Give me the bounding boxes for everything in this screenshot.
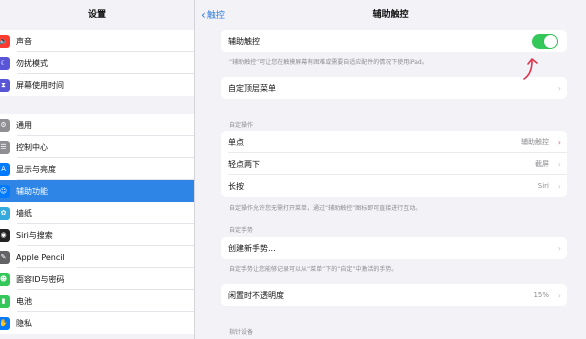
display-icon: A: [0, 162, 10, 176]
idle-opacity-row[interactable]: 闲置时不透明度 15% ›: [221, 284, 567, 306]
sidebar-item-label: 面容ID与密码: [16, 274, 65, 284]
sidebar-item-battery[interactable]: ▮ 电池: [0, 290, 194, 312]
chevron-right-icon: ›: [557, 290, 561, 300]
assistive-touch-row[interactable]: 辅助触控: [221, 30, 567, 52]
long-press-row[interactable]: 长按 Siri ›: [221, 175, 567, 197]
custom-actions-caption: 自定操作允许您无需打开菜单，通过“辅助触控”图标即可直接进行互动。: [229, 205, 422, 212]
sidebar-item-gear[interactable]: ⚙ 通用: [0, 114, 194, 136]
red-arrow-annotation: [523, 58, 538, 80]
accessibility-icon: ☺: [0, 184, 10, 198]
sound-icon: 🔈: [0, 34, 10, 48]
moon-icon: ☾: [0, 56, 10, 70]
double-tap-value: 截屏: [535, 160, 549, 168]
sidebar-item-hourglass[interactable]: ⧗ 屏幕使用时间: [0, 74, 194, 96]
detail-pane: ‹ 触控 辅助触控 辅助触控 “辅助触控”可让您在触摸屏幕有困难或需要自适应配件…: [195, 0, 586, 339]
pencil-icon: ✎: [0, 250, 10, 264]
single-tap-value: 辅助触控: [521, 138, 549, 146]
siri-icon: ◉: [0, 228, 10, 242]
double-tap-label: 轻点两下: [228, 159, 260, 169]
sidebar-item-label: Siri与搜索: [16, 230, 53, 240]
double-tap-row[interactable]: 轻点两下 截屏 ›: [221, 153, 567, 175]
sidebar-group-2: ⚙ 通用 ☰ 控制中心 A 显示与亮度 ☺ 辅助功能 ✿ 墙纸 ◉ Siri与搜索 ✎ Apple Pen…: [0, 114, 194, 334]
sidebar-item-label: 控制中心: [16, 142, 48, 152]
custom-gestures-caption: 自定手势让您能够记录可以从“菜单”下的“自定”中激活的手势。: [229, 266, 398, 273]
create-gesture-label: 创建新手势...: [228, 243, 276, 253]
sidebar-item-label: 勿扰模式: [16, 58, 48, 68]
chevron-right-icon: ›: [557, 137, 561, 147]
idle-opacity-value: 15%: [533, 291, 549, 299]
sidebar-item-label: 辅助功能: [16, 186, 48, 196]
long-press-label: 长按: [228, 181, 244, 191]
sidebar-item-label: 显示与亮度: [16, 164, 56, 174]
create-gesture-row[interactable]: 创建新手势... ›: [221, 237, 567, 259]
nav-bar: ‹ 触控 辅助触控: [195, 0, 586, 30]
single-tap-row[interactable]: 单点 辅助触控 ›: [221, 131, 567, 153]
sidebar-item-label: 声音: [16, 36, 32, 46]
toggle-knob: [544, 35, 557, 48]
settings-sidebar: 设置 🔈 声音 ☾ 勿扰模式 ⧗ 屏幕使用时间 ⚙ 通用 ☰ 控制中心 A 显示与亮度 ☺ 辅助功能 ✿ 墙…: [0, 0, 195, 339]
custom-gestures-card: 创建新手势... ›: [221, 237, 567, 259]
sidebar-item-display[interactable]: A 显示与亮度: [0, 158, 194, 180]
gear-icon: ⚙: [0, 118, 10, 132]
sidebar-item-label: 电池: [16, 296, 32, 306]
face-id-icon: ☻: [0, 272, 10, 286]
hourglass-icon: ⧗: [0, 78, 10, 92]
hand-icon: ✋: [0, 316, 10, 330]
chevron-right-icon: ›: [557, 181, 561, 191]
sidebar-item-wallpaper[interactable]: ✿ 墙纸: [0, 202, 194, 224]
page-title: 辅助触控: [372, 10, 409, 20]
sidebar-title: 设置: [87, 10, 106, 20]
top-menu-card: 自定顶层菜单 ›: [221, 77, 567, 99]
sidebar-group-1: 🔈 声音 ☾ 勿扰模式 ⧗ 屏幕使用时间: [0, 30, 194, 96]
sidebar-item-control-center[interactable]: ☰ 控制中心: [0, 136, 194, 158]
assistive-touch-toggle[interactable]: [532, 34, 558, 49]
idle-opacity-card: 闲置时不透明度 15% ›: [221, 284, 567, 306]
battery-icon: ▮: [0, 294, 10, 308]
sidebar-item-hand[interactable]: ✋ 隐私: [0, 312, 194, 334]
sidebar-item-label: 通用: [16, 120, 32, 130]
chevron-right-icon: ›: [557, 159, 561, 169]
chevron-right-icon: ›: [557, 83, 561, 93]
pointer-devices-header: 指针设备: [229, 329, 254, 336]
idle-opacity-label: 闲置时不透明度: [228, 290, 284, 300]
assistive-touch-caption: “辅助触控”可让您在触摸屏幕有困难或需要自适应配件的情况下使用iPad。: [229, 59, 428, 66]
customize-top-menu-label: 自定顶层菜单: [228, 83, 276, 93]
custom-actions-header: 自定操作: [229, 122, 254, 129]
chevron-right-icon: ›: [557, 243, 561, 253]
custom-gestures-header: 自定手势: [229, 227, 254, 234]
sidebar-item-label: 隐私: [16, 318, 32, 328]
sidebar-item-pencil[interactable]: ✎ Apple Pencil: [0, 246, 194, 268]
customize-top-menu-row[interactable]: 自定顶层菜单 ›: [221, 77, 567, 99]
sidebar-item-accessibility[interactable]: ☺ 辅助功能: [0, 180, 194, 202]
sidebar-item-label: 墙纸: [16, 208, 32, 218]
sidebar-item-face-id[interactable]: ☻ 面容ID与密码: [0, 268, 194, 290]
assistive-touch-label: 辅助触控: [228, 36, 260, 46]
long-press-value: Siri: [537, 182, 549, 190]
control-center-icon: ☰: [0, 140, 10, 154]
sidebar-item-moon[interactable]: ☾ 勿扰模式: [0, 52, 194, 74]
sidebar-item-label: 屏幕使用时间: [16, 80, 64, 90]
wallpaper-icon: ✿: [0, 206, 10, 220]
sidebar-item-siri[interactable]: ◉ Siri与搜索: [0, 224, 194, 246]
assistive-touch-card: 辅助触控: [221, 30, 567, 52]
custom-actions-card: 单点 辅助触控 › 轻点两下 截屏 › 长按 Siri ›: [221, 131, 567, 197]
single-tap-label: 单点: [228, 137, 244, 147]
sidebar-item-label: Apple Pencil: [16, 252, 65, 262]
sidebar-item-sound[interactable]: 🔈 声音: [0, 30, 194, 52]
